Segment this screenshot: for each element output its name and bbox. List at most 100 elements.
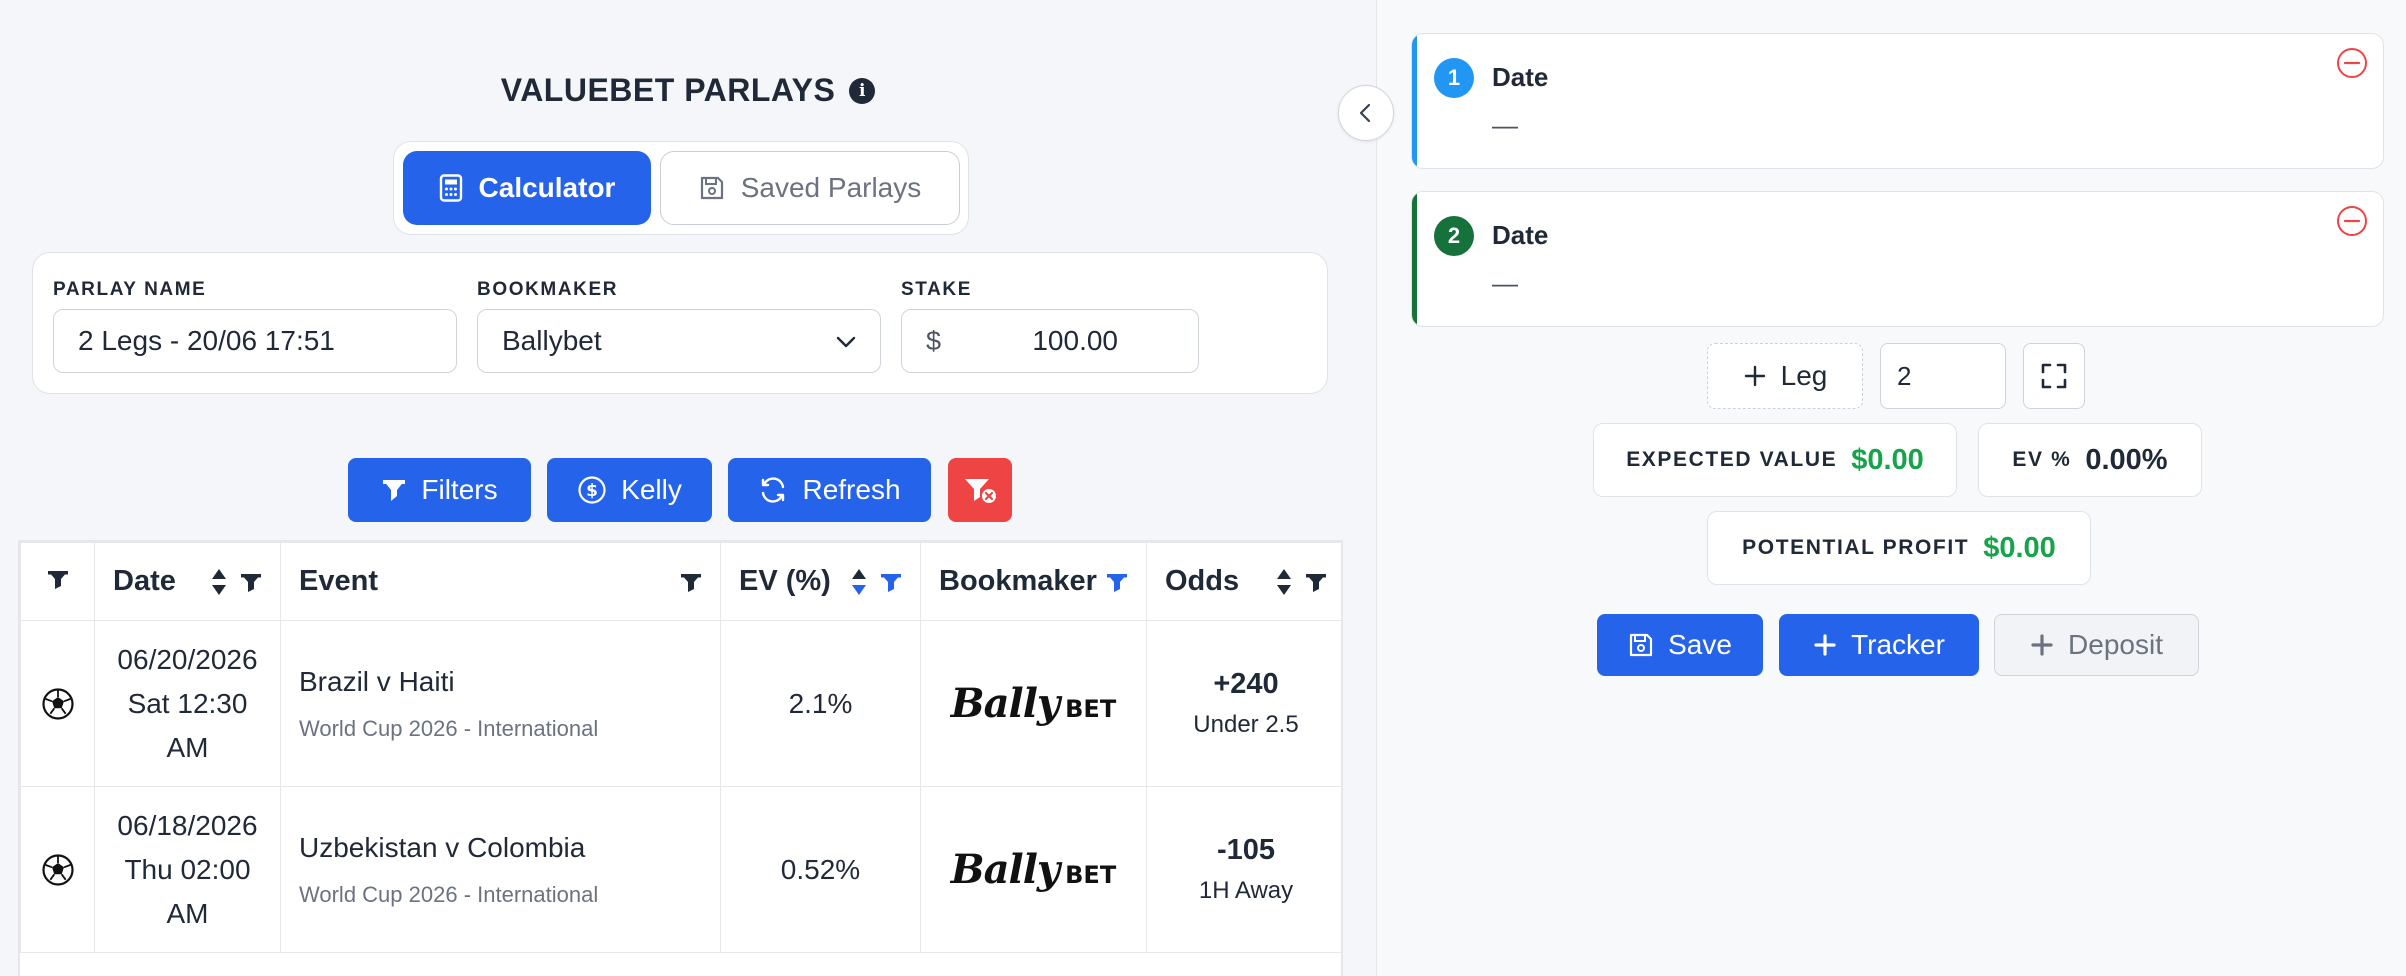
event-date: 06/18/2026 — [117, 809, 258, 841]
event-time-meridiem: AM — [166, 897, 209, 929]
filters-label: Filters — [421, 474, 498, 505]
potential-profit-amount: $0.00 — [1983, 531, 2056, 564]
refresh-button[interactable]: Refresh — [728, 458, 931, 522]
event-name: Brazil v Haiti — [299, 665, 455, 697]
calculator-icon — [439, 174, 463, 202]
bookmaker-logo-script: Bally — [950, 680, 1060, 727]
sort-desc-icon[interactable] — [850, 567, 868, 597]
parlay-slip-pane: 1 Date — 2 Date — Leg 2 EXPECTED VALUE $… — [1376, 0, 2406, 976]
event-name: Uzbekistan v Colombia — [299, 831, 586, 863]
ev-percent-label: EV % — [2012, 448, 2072, 471]
bookmaker-logo-suffix: BET — [1065, 695, 1117, 723]
date-cell: 06/18/2026 Thu 02:00 AM — [94, 786, 281, 953]
column-header-bookmaker-label: Bookmaker — [939, 565, 1097, 597]
column-header-event[interactable]: Event — [280, 542, 721, 621]
filter-icon[interactable] — [1305, 571, 1327, 593]
column-header-bookmaker[interactable]: Bookmaker — [920, 542, 1147, 621]
info-icon[interactable]: i — [849, 77, 876, 104]
sort-icon[interactable] — [210, 567, 228, 597]
column-header-date-label: Date — [113, 565, 176, 597]
remove-leg-icon[interactable] — [2335, 204, 2369, 238]
bookmaker-logo-suffix: BET — [1065, 861, 1117, 889]
ev-value: 2.1% — [788, 687, 853, 719]
stake-input[interactable]: $ 100.00 — [901, 309, 1199, 373]
bookmaker-select[interactable]: Ballybet — [477, 309, 881, 373]
save-label: Save — [1668, 629, 1732, 660]
chevron-down-icon — [834, 330, 858, 354]
odds-value: -105 — [1216, 834, 1276, 866]
bookmaker-selected-value: Ballybet — [502, 325, 602, 356]
leg-count-input[interactable]: 2 — [1880, 343, 2006, 409]
event-date: 06/20/2026 — [117, 643, 258, 675]
column-header-ev[interactable]: EV (%) — [720, 542, 921, 621]
expected-value-amount: $0.00 — [1851, 443, 1924, 476]
ev-cell: 0.52% — [720, 786, 921, 953]
tracker-button[interactable]: Tracker — [1779, 614, 1979, 676]
add-leg-button[interactable]: Leg — [1707, 343, 1863, 409]
soccer-ball-icon — [21, 853, 94, 887]
leg-accent-bar — [1412, 192, 1417, 326]
expand-icon — [2040, 362, 2068, 390]
bookmaker-label: BOOKMAKER — [477, 279, 619, 300]
table-header-row: Date Event EV (%) Bookmaker Odds — [20, 542, 1341, 621]
ev-cell: 2.1% — [720, 620, 921, 787]
parlay-name-input[interactable]: 2 Legs - 20/06 17:51 — [53, 309, 457, 373]
ev-percent-amount: 0.00% — [2085, 443, 2168, 476]
event-cell: Brazil v Haiti World Cup 2026 - Internat… — [280, 620, 721, 787]
tab-saved-parlays-label: Saved Parlays — [740, 172, 922, 203]
dollar-circle-icon: $ — [577, 475, 607, 505]
tab-saved-parlays[interactable]: Saved Parlays — [660, 151, 960, 225]
column-header-sport[interactable] — [20, 542, 95, 621]
leg-value: — — [1492, 110, 1518, 140]
leg-accent-bar — [1412, 34, 1417, 168]
column-header-ev-label: EV (%) — [739, 565, 831, 597]
table-row[interactable]: 06/20/2026 Sat 12:30 AM Brazil v Haiti W… — [20, 620, 1341, 787]
filters-button[interactable]: Filters — [348, 458, 531, 522]
tab-calculator[interactable]: Calculator — [403, 151, 651, 225]
kelly-button[interactable]: $ Kelly — [547, 458, 712, 522]
column-header-odds-label: Odds — [1165, 565, 1240, 597]
potential-profit-label: POTENTIAL PROFIT — [1742, 536, 1970, 559]
leg-controls: Leg 2 — [1377, 343, 2406, 409]
plus-icon — [1743, 364, 1767, 388]
sport-cell — [20, 786, 95, 953]
parlay-name-label: PARLAY NAME — [53, 279, 207, 300]
odds-cell: +240 Under 2.5 — [1146, 620, 1341, 787]
odds-market: 1H Away — [1198, 877, 1294, 904]
page-title: VALUEBET PARLAYS — [500, 72, 836, 108]
plus-icon — [1813, 633, 1837, 657]
bookmaker-logo: Bally BET — [921, 680, 1146, 727]
filter-icon[interactable] — [240, 571, 262, 593]
event-cell: Uzbekistan v Colombia World Cup 2026 - I… — [280, 786, 721, 953]
column-header-date[interactable]: Date — [94, 542, 281, 621]
ev-value: 0.52% — [780, 853, 861, 885]
sort-icon[interactable] — [1275, 567, 1293, 597]
save-button[interactable]: Save — [1597, 614, 1763, 676]
leg-count-value: 2 — [1897, 360, 1912, 391]
filter-icon — [381, 477, 407, 503]
column-header-event-label: Event — [299, 565, 378, 597]
filter-icon[interactable] — [47, 568, 69, 590]
clear-filters-button[interactable] — [948, 458, 1012, 522]
leg-value: — — [1492, 268, 1518, 298]
event-time: Thu 02:00 — [124, 853, 251, 885]
refresh-label: Refresh — [802, 474, 901, 505]
bookmaker-cell: Bally BET — [920, 786, 1147, 953]
filter-active-icon[interactable] — [1106, 571, 1128, 593]
deposit-button[interactable]: Deposit — [1994, 614, 2199, 676]
filter-active-icon[interactable] — [880, 571, 902, 593]
event-league: World Cup 2026 - International — [299, 715, 599, 741]
view-tabs: Calculator Saved Parlays — [393, 141, 969, 235]
bookmaker-cell: Bally BET — [920, 620, 1147, 787]
collapse-panel-button[interactable] — [1338, 85, 1394, 141]
parlay-name-value: 2 Legs - 20/06 17:51 — [78, 325, 335, 356]
table-actions: Filters $ Kelly Refresh — [0, 458, 1376, 522]
stake-label: STAKE — [901, 279, 972, 300]
valuebet-table: Date Event EV (%) Bookmaker Odds 06/20/2… — [18, 540, 1343, 976]
table-row[interactable]: 06/18/2026 Thu 02:00 AM Uzbekistan v Col… — [20, 786, 1341, 953]
fullscreen-button[interactable] — [2023, 343, 2085, 409]
filter-icon[interactable] — [680, 571, 702, 593]
remove-leg-icon[interactable] — [2335, 46, 2369, 80]
column-header-odds[interactable]: Odds — [1146, 542, 1341, 621]
tab-calculator-label: Calculator — [478, 172, 616, 203]
